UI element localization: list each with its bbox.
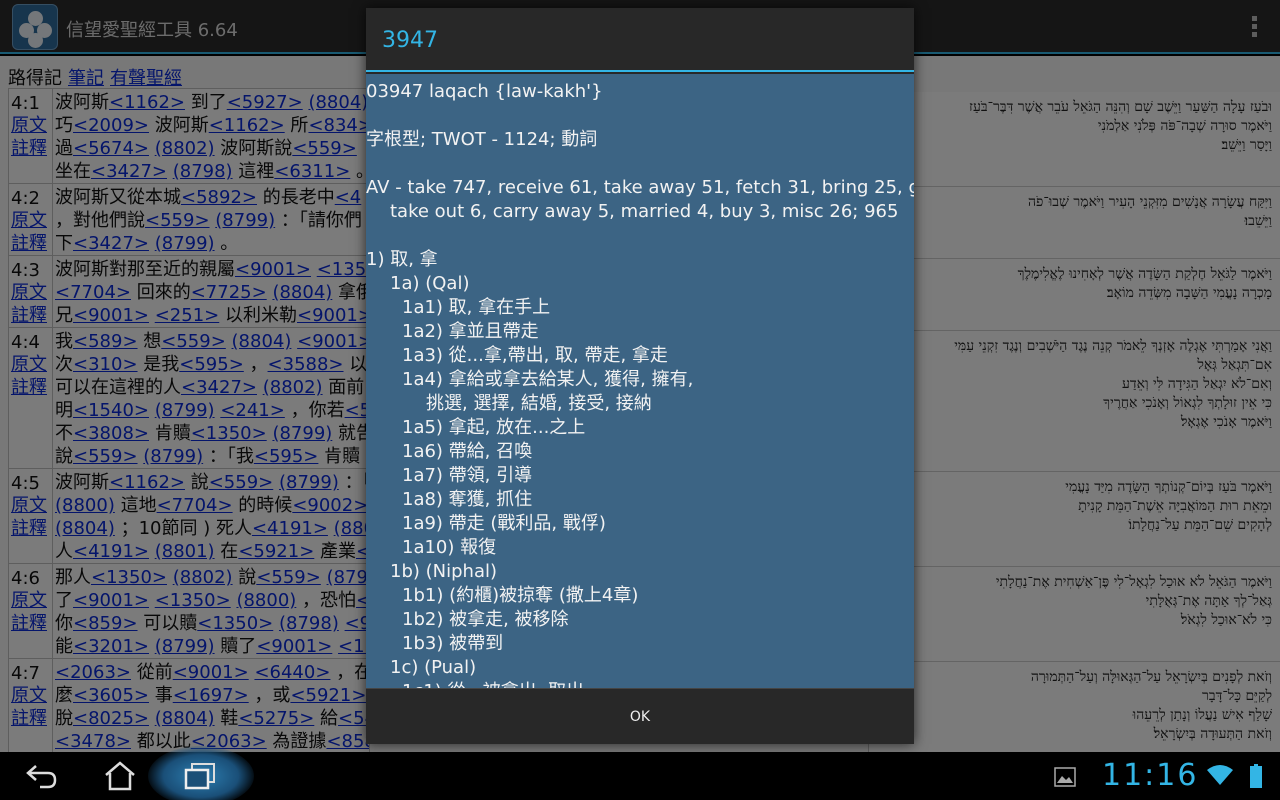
definition-line: 1b1) (約櫃)被掠奪 (撒上4章) xyxy=(402,585,639,606)
definition-line xyxy=(366,104,914,128)
definition-line: take out 6, carry away 5, married 4, buy… xyxy=(390,201,899,222)
battery-icon xyxy=(1250,764,1262,788)
dialog-body[interactable]: 03947 laqach {law-kakh'} 字根型; TWOT - 112… xyxy=(366,74,914,688)
dialog-footer: OK xyxy=(366,688,914,744)
definition-line: 1a10) 報復 xyxy=(402,537,497,558)
definition-line: 1a4) 拿給或拿去給某人, 獲得, 擁有, xyxy=(402,369,694,390)
gallery-icon[interactable] xyxy=(1054,767,1076,787)
definition-line: 1a9) 帶走 (戰利品, 戰俘) xyxy=(402,513,606,534)
definition-line: 1b) (Niphal) xyxy=(390,561,497,582)
definition-line xyxy=(366,152,914,176)
definition-line: 1a3) 從...拿,帶出, 取, 帶走, 拿走 xyxy=(402,345,668,366)
definition-line: 1a5) 拿起, 放在...之上 xyxy=(402,417,586,438)
strongs-dialog: 3947 03947 laqach {law-kakh'} 字根型; TWOT … xyxy=(366,8,914,744)
definition-line: 1a6) 帶給, 召喚 xyxy=(402,441,533,462)
definition-line: 03947 laqach {law-kakh'} xyxy=(366,81,603,102)
definition-line: 1) 取, 拿 xyxy=(366,249,438,270)
system-bar: 11:16 xyxy=(0,746,1280,800)
definition-line: 字根型; TWOT - 1124; 動詞 xyxy=(366,129,598,150)
definition-line: 1c) (Pual) xyxy=(390,657,477,678)
definition-line: 1a1) 取, 拿在手上 xyxy=(402,297,551,318)
definition-line: 1b2) 被拿走, 被移除 xyxy=(402,609,569,630)
definition-line: 挑選, 選擇, 結婚, 接受, 接納 xyxy=(426,393,652,414)
definition-line: AV - take 747, receive 61, take away 51,… xyxy=(366,177,914,198)
ok-button[interactable]: OK xyxy=(630,709,650,725)
definition-line: 1a2) 拿並且帶走 xyxy=(402,321,539,342)
definition-line: 1a8) 奪獲, 抓住 xyxy=(402,489,533,510)
definition-line: 1c1) 從...被拿出, 取出 xyxy=(366,680,914,688)
home-icon[interactable] xyxy=(100,760,140,792)
recent-apps-icon[interactable] xyxy=(180,760,220,792)
clock: 11:16 xyxy=(1102,758,1199,793)
definition-line: 1a) (Qal) xyxy=(390,273,470,294)
definition-line: 1a7) 帶領, 引導 xyxy=(402,465,533,486)
definition-line xyxy=(366,224,914,248)
dialog-title: 3947 xyxy=(366,8,914,72)
definition-line: 1b3) 被帶到 xyxy=(402,633,504,654)
back-icon[interactable] xyxy=(22,760,62,792)
wifi-icon xyxy=(1207,765,1233,785)
